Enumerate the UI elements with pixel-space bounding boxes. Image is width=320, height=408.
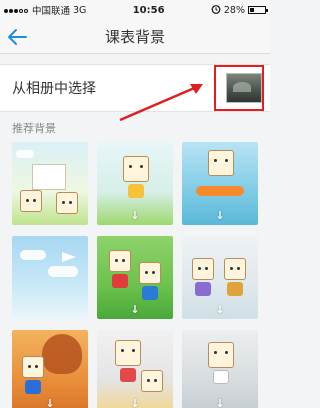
signal-strength-icon (4, 5, 29, 16)
cartoon-character (208, 342, 234, 368)
school-building-shape (32, 164, 66, 190)
recommended-grid: ↓ ↓ ↓ ↓ ↓ ↓ ↓ (0, 142, 270, 408)
cartoon-character (56, 192, 78, 214)
character-body (227, 282, 243, 296)
navigation-bar: 课表背景 (0, 20, 270, 54)
cartoon-character (115, 340, 141, 366)
background-tile-superhero[interactable]: ↓ (97, 236, 173, 319)
cartoon-character (192, 258, 214, 280)
clock-time: 10:56 (132, 4, 165, 16)
background-tile-grandparents[interactable]: ↓ (182, 236, 258, 319)
download-icon[interactable]: ↓ (130, 209, 139, 222)
download-icon[interactable]: ↓ (130, 303, 139, 316)
character-body (25, 380, 41, 394)
cartoon-character (109, 250, 131, 272)
paper-plane-icon (62, 252, 76, 262)
surfboard-shape (196, 186, 244, 196)
tree-shape (42, 334, 82, 374)
cartoon-character (20, 190, 42, 212)
background-tile-kitchen[interactable]: ↓ (182, 330, 258, 408)
cartoon-character (123, 156, 149, 182)
cartoon-character (22, 356, 44, 378)
background-tile-autumn[interactable]: ↓ (12, 330, 88, 408)
character-body (213, 370, 229, 384)
download-icon[interactable]: ↓ (215, 397, 224, 408)
carrier-name: 中国联通 (32, 6, 71, 17)
background-tile-school[interactable] (12, 142, 88, 225)
character-body (112, 274, 128, 288)
cartoon-character (224, 258, 246, 280)
recommended-section-label: 推荐背景 (12, 122, 56, 135)
status-bar: 中国联通 3G 10:56 28% (0, 0, 270, 20)
character-body (142, 286, 158, 300)
cloud-shape (48, 266, 78, 277)
network-type: 3G (73, 4, 87, 16)
background-tile-sky[interactable] (12, 236, 88, 319)
back-arrow-icon[interactable] (6, 27, 28, 47)
character-body (195, 282, 211, 296)
download-icon[interactable]: ↓ (45, 397, 54, 408)
cloud-shape (20, 250, 46, 260)
choose-from-album-label: 从相册中选择 (12, 81, 96, 97)
background-tile-surfing[interactable]: ↓ (182, 142, 258, 225)
battery-icon (247, 6, 268, 14)
cartoon-character (141, 370, 163, 392)
character-body (120, 368, 136, 382)
download-icon[interactable]: ↓ (215, 303, 224, 316)
cartoon-character (139, 262, 161, 284)
battery-percent: 28% (223, 4, 245, 16)
alarm-icon (211, 4, 221, 17)
status-left: 中国联通 3G (4, 3, 86, 17)
background-tile-kids[interactable]: ↓ (97, 330, 173, 408)
page-title: 课表背景 (104, 28, 165, 46)
cloud-shape (16, 150, 34, 158)
status-right: 28% (211, 4, 268, 17)
choose-from-album-row[interactable]: 从相册中选择 (0, 64, 270, 112)
background-tile-hearts[interactable]: ↓ (97, 142, 173, 225)
annotation-highlight-box (214, 65, 264, 111)
download-icon[interactable]: ↓ (130, 397, 139, 408)
cartoon-character (208, 150, 234, 176)
download-icon[interactable]: ↓ (215, 209, 224, 222)
character-body (128, 184, 144, 198)
